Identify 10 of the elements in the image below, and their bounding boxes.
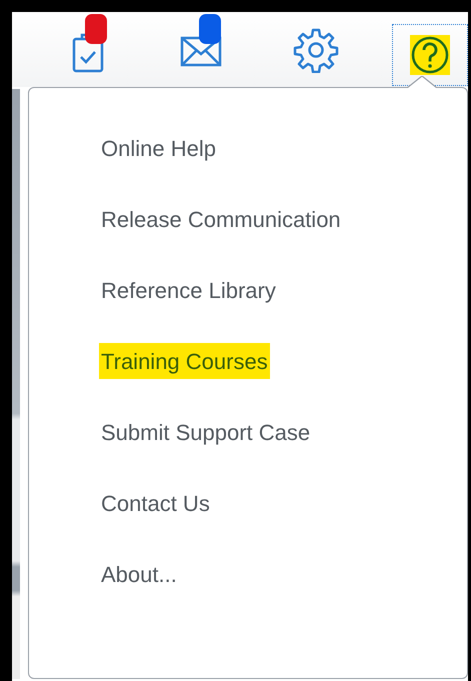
settings-icon bbox=[293, 26, 339, 72]
menu-item[interactable]: Reference Library bbox=[99, 272, 278, 308]
menu-item[interactable]: Online Help bbox=[99, 130, 218, 166]
menu-item[interactable]: Contact Us bbox=[99, 485, 212, 521]
menu-item[interactable]: Release Communication bbox=[99, 201, 343, 237]
menu-item[interactable]: Training Courses bbox=[99, 343, 270, 379]
menu-item[interactable]: About... bbox=[99, 556, 179, 592]
help-icon bbox=[410, 35, 450, 75]
help-button[interactable] bbox=[392, 24, 468, 86]
menu-item[interactable]: Submit Support Case bbox=[99, 414, 312, 450]
